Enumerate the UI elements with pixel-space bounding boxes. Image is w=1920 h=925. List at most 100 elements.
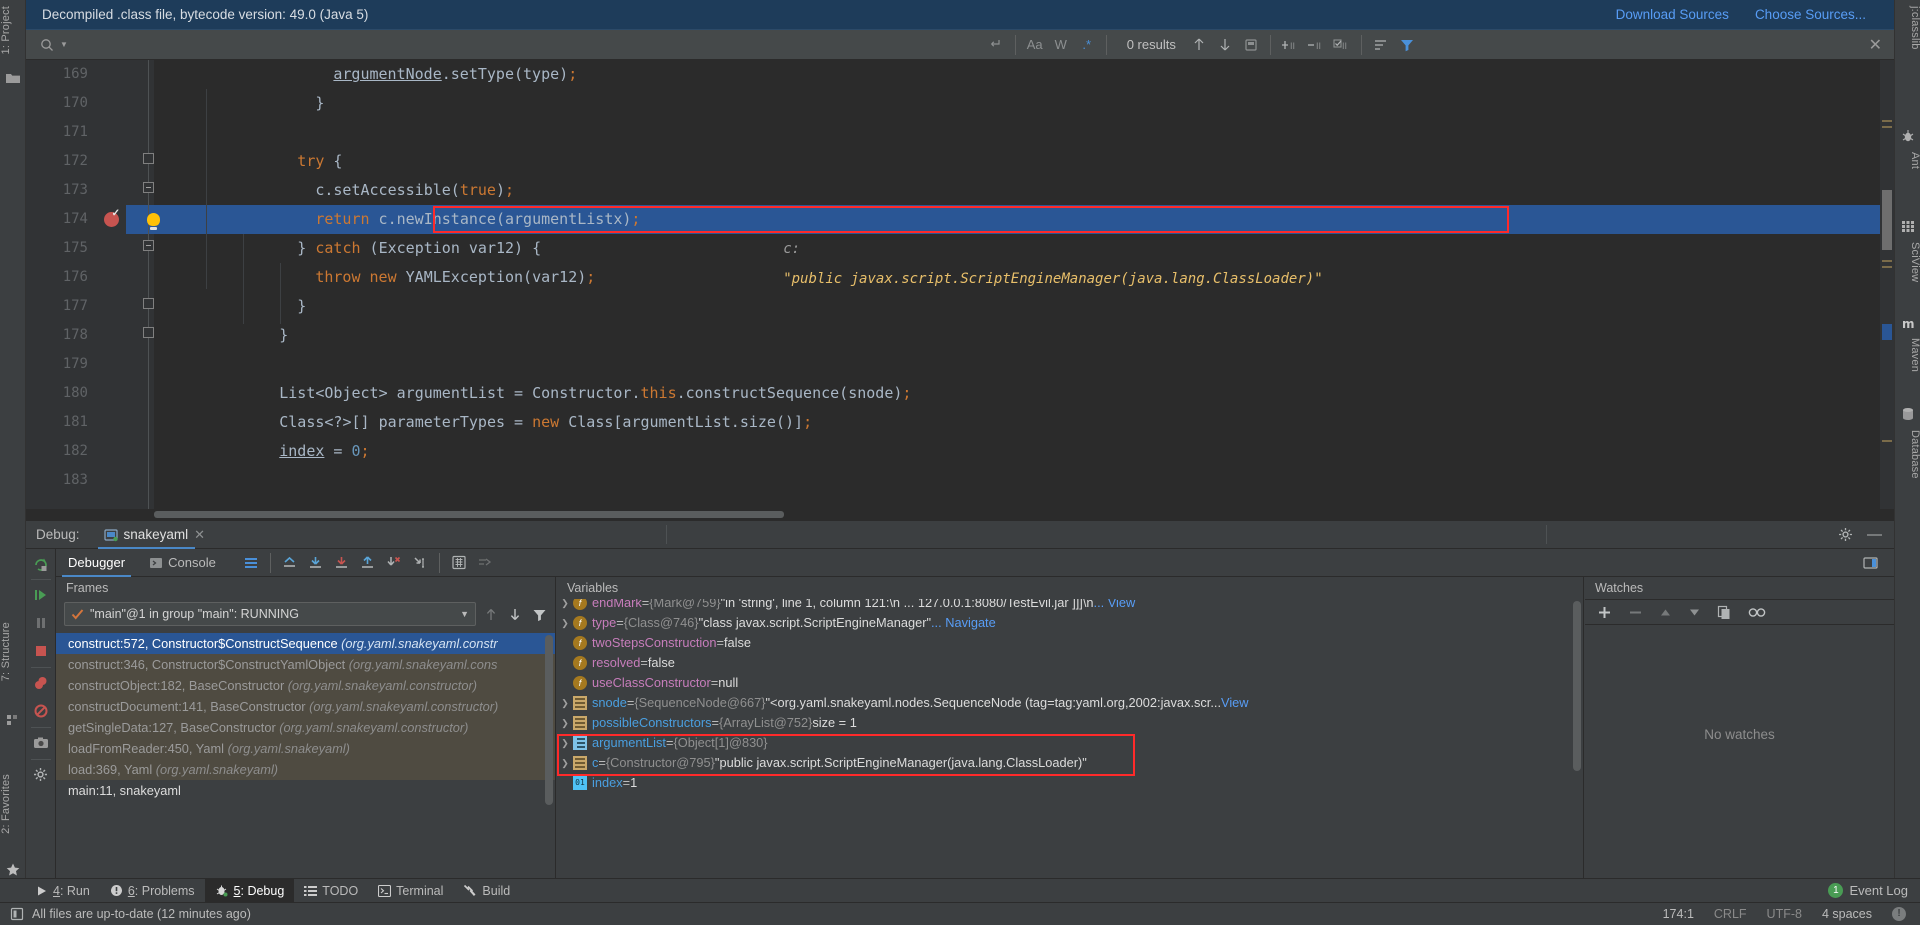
code-editor[interactable]: 169 argumentNode.setType(type); 170} 171 172… bbox=[26, 60, 1894, 520]
fold-marker-icon[interactable] bbox=[143, 240, 154, 251]
variable-action-link[interactable]: View bbox=[1221, 693, 1249, 713]
editor-hscrollbar-thumb[interactable] bbox=[154, 511, 784, 518]
frame-row[interactable]: main:11, snakeyaml bbox=[56, 780, 555, 801]
tab-debugger[interactable]: Debugger bbox=[56, 549, 137, 577]
inspection-status-icon[interactable]: ! bbox=[1892, 907, 1906, 921]
add-watch-icon[interactable] bbox=[1597, 605, 1612, 620]
sidebar-item-structure[interactable]: 7: Structure bbox=[0, 620, 26, 683]
close-icon[interactable]: ✕ bbox=[194, 527, 205, 543]
frame-row[interactable]: constructObject:182, BaseConstructor (or… bbox=[56, 675, 555, 696]
code-line[interactable]: } bbox=[279, 321, 288, 350]
mute-breakpoints-icon[interactable] bbox=[33, 703, 49, 719]
frames-up-icon[interactable] bbox=[484, 607, 498, 622]
remove-watch-icon[interactable] bbox=[1628, 605, 1643, 620]
view-breakpoints-icon[interactable] bbox=[33, 675, 49, 691]
variable-row[interactable]: ❯ possibleConstructors = {ArrayList@752} … bbox=[557, 713, 1583, 733]
breakpoint-icon[interactable] bbox=[104, 208, 120, 227]
sidebar-item-classlib[interactable]: j:classlib bbox=[1895, 4, 1920, 52]
code-line[interactable]: return c.newInstance(argumentListx); bbox=[315, 205, 640, 234]
variable-action-link[interactable]: ... Navigate bbox=[931, 613, 996, 633]
chevron-down-icon[interactable]: ▼ bbox=[460, 609, 469, 619]
search-history-chevron-icon[interactable]: ▼ bbox=[60, 40, 68, 49]
show-execution-point-icon[interactable] bbox=[277, 551, 303, 575]
bottom-item-build[interactable]: Build bbox=[453, 879, 520, 903]
frames-filter-icon[interactable] bbox=[532, 608, 547, 622]
copy-watch-icon[interactable] bbox=[1717, 605, 1732, 620]
search-input[interactable] bbox=[73, 37, 514, 52]
indent-setting[interactable]: 4 spaces bbox=[1822, 907, 1872, 921]
evaluate-expression-icon[interactable] bbox=[446, 551, 472, 575]
bottom-item-problems[interactable]: 6: Problems bbox=[100, 879, 205, 903]
frame-row[interactable]: constructDocument:141, BaseConstructor (… bbox=[56, 696, 555, 717]
bottom-item-run[interactable]: 4: Run bbox=[26, 879, 100, 903]
inspect-watch-icon[interactable] bbox=[1748, 606, 1766, 619]
run-to-cursor-icon[interactable] bbox=[407, 551, 433, 575]
variables-list[interactable]: ❯ f endMark = {Mark@759} "in 'string', lin… bbox=[557, 599, 1583, 908]
frame-row[interactable]: loadFromReader:450, Yaml (org.yaml.snake… bbox=[56, 738, 555, 759]
close-find-icon[interactable]: ✕ bbox=[1869, 35, 1882, 55]
variable-row[interactable]: ❯ f type = {Class@746} "class javax.script… bbox=[557, 613, 1583, 633]
fold-marker-icon[interactable] bbox=[143, 298, 154, 309]
move-watch-down-icon[interactable] bbox=[1688, 606, 1701, 619]
editor-marker-strip[interactable] bbox=[1880, 60, 1894, 520]
sort-icon[interactable] bbox=[1368, 33, 1394, 57]
minimize-icon[interactable]: — bbox=[1867, 526, 1882, 543]
stop-program-icon[interactable] bbox=[33, 643, 49, 659]
event-log-label[interactable]: Event Log bbox=[1849, 883, 1908, 898]
variable-row[interactable]: 01 index = 1 bbox=[557, 773, 1583, 793]
bottom-item-todo[interactable]: TODO bbox=[294, 879, 368, 903]
words-toggle[interactable]: W bbox=[1048, 33, 1074, 57]
frame-row[interactable]: construct:346, Constructor$ConstructYaml… bbox=[56, 654, 555, 675]
camera-snapshot-icon[interactable] bbox=[33, 735, 49, 751]
code-line[interactable]: List<Object> argumentList = Constructor.… bbox=[279, 379, 911, 408]
step-out-icon[interactable] bbox=[355, 551, 381, 575]
code-line[interactable]: c.setAccessible(true); bbox=[315, 176, 514, 205]
trace-icon[interactable] bbox=[472, 551, 498, 575]
bottom-item-terminal[interactable]: Terminal bbox=[368, 879, 453, 903]
chevron-right-icon[interactable]: ❯ bbox=[557, 693, 573, 713]
force-step-into-icon[interactable] bbox=[381, 551, 407, 575]
frame-row[interactable]: construct:572, Constructor$ConstructSequ… bbox=[56, 633, 555, 654]
variable-row[interactable]: ❯ argumentList = {Object[1]@830} bbox=[557, 733, 1583, 753]
thread-selector[interactable]: "main"@1 in group "main": RUNNING ▼ bbox=[64, 602, 476, 626]
chevron-right-icon[interactable]: ❯ bbox=[557, 599, 573, 613]
find-previous-icon[interactable] bbox=[1186, 33, 1212, 57]
add-occurrence-icon[interactable]: II bbox=[1277, 33, 1303, 57]
chevron-right-icon[interactable]: ❯ bbox=[557, 713, 573, 733]
restore-layout-icon[interactable] bbox=[1858, 551, 1884, 575]
code-line[interactable]: throw new YAMLException(var12); bbox=[315, 263, 595, 292]
settings-gear-icon[interactable] bbox=[33, 767, 49, 783]
variables-vscrollbar-thumb[interactable] bbox=[1573, 601, 1581, 771]
code-line[interactable]: index = 0; bbox=[279, 437, 369, 466]
move-watch-up-icon[interactable] bbox=[1659, 606, 1672, 619]
select-all-occurrences-icon[interactable] bbox=[1238, 33, 1264, 57]
choose-sources-link[interactable]: Choose Sources... bbox=[1755, 7, 1866, 22]
variable-action-link[interactable]: ... View bbox=[1094, 599, 1136, 613]
pause-program-icon[interactable] bbox=[33, 615, 49, 631]
code-line[interactable]: try { bbox=[297, 147, 342, 176]
frame-row[interactable]: getSingleData:127, BaseConstructor (org.… bbox=[56, 717, 555, 738]
code-line[interactable]: Class<?>[] parameterTypes = new Class[ar… bbox=[279, 408, 812, 437]
scroll-thumb[interactable] bbox=[1882, 190, 1892, 250]
variable-row[interactable]: ❯ f endMark = {Mark@759} "in 'string', lin… bbox=[557, 599, 1583, 613]
sidebar-item-database[interactable]: Database bbox=[1895, 428, 1920, 481]
fold-marker-icon[interactable] bbox=[143, 153, 154, 164]
sidebar-item-ant[interactable]: Ant bbox=[1895, 150, 1920, 171]
chevron-right-icon[interactable]: ❯ bbox=[557, 613, 573, 633]
filter-icon[interactable] bbox=[1394, 33, 1420, 57]
sidebar-item-favorites[interactable]: 2: Favorites bbox=[0, 772, 26, 836]
chevron-right-icon[interactable]: ❯ bbox=[557, 733, 573, 753]
select-all-icon[interactable]: II bbox=[1329, 33, 1355, 57]
fold-marker-icon[interactable] bbox=[143, 327, 154, 338]
resume-program-icon[interactable] bbox=[33, 587, 49, 603]
frames-list[interactable]: construct:572, Constructor$ConstructSequ… bbox=[56, 633, 555, 908]
frames-vscrollbar-thumb[interactable] bbox=[545, 635, 553, 805]
code-line[interactable]: } catch (Exception var12) { bbox=[297, 234, 541, 263]
regex-toggle[interactable]: .* bbox=[1074, 33, 1100, 57]
variable-row[interactable]: f resolved = false bbox=[557, 653, 1583, 673]
sidebar-item-maven[interactable]: Maven bbox=[1895, 336, 1920, 374]
step-over-icon[interactable] bbox=[303, 551, 329, 575]
frames-down-icon[interactable] bbox=[508, 607, 522, 622]
download-sources-link[interactable]: Download Sources bbox=[1616, 7, 1729, 22]
match-case-toggle[interactable]: Aa bbox=[1022, 33, 1048, 57]
